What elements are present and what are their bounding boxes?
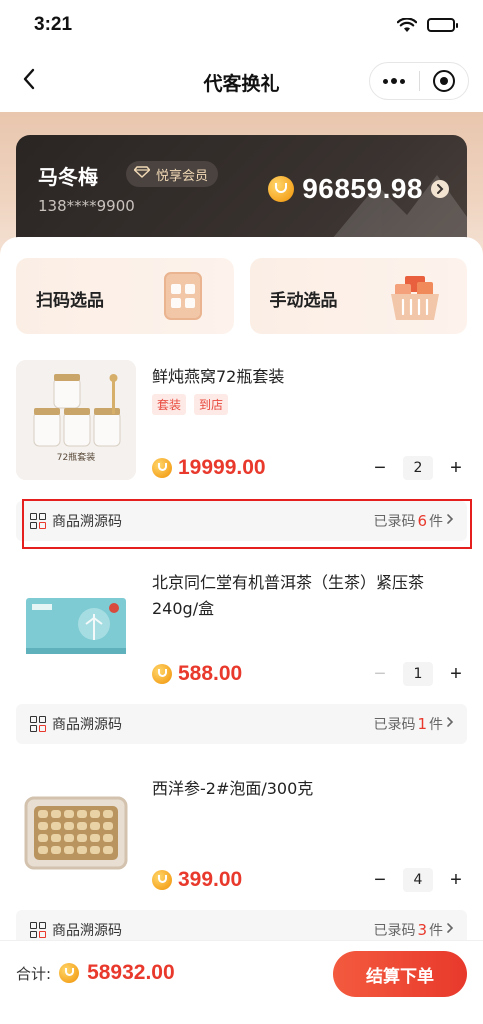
tag-set: 套装 bbox=[152, 394, 187, 415]
checkout-button[interactable]: 结算下单 bbox=[333, 951, 467, 997]
product-image-caption: 72瓶套装 bbox=[57, 451, 95, 463]
quantity-stepper: − 4 + bbox=[369, 868, 467, 892]
diamond-icon bbox=[133, 166, 151, 182]
price-row: 19999.00 bbox=[152, 456, 266, 480]
chevron-right-icon bbox=[445, 922, 455, 938]
page-title: 代客换礼 bbox=[203, 72, 280, 95]
trace-code-label: 商品溯源码 bbox=[52, 923, 122, 939]
increase-quantity-button[interactable]: + bbox=[445, 457, 467, 479]
trace-code-prefix: 已录码 bbox=[373, 514, 416, 530]
manual-select-label: 手动选品 bbox=[269, 291, 338, 311]
coin-icon bbox=[152, 458, 172, 478]
tag-in-store: 到店 bbox=[194, 394, 229, 415]
wifi-icon bbox=[397, 17, 417, 33]
status-time: 3:21 bbox=[34, 14, 73, 35]
quantity-value: 4 bbox=[403, 868, 433, 892]
trace-code-prefix: 已录码 bbox=[373, 717, 416, 733]
member-level-badge: 悦享会员 bbox=[126, 161, 219, 187]
battery-icon bbox=[427, 18, 458, 32]
qr-code-icon bbox=[30, 513, 46, 529]
scan-select-button[interactable]: 扫码选品 bbox=[16, 258, 234, 334]
trace-code-prefix: 已录码 bbox=[373, 923, 416, 939]
product-price: 399.00 bbox=[178, 868, 243, 891]
chevron-left-icon bbox=[22, 68, 36, 94]
more-dots-icon bbox=[383, 78, 406, 84]
member-phone: 138****9900 bbox=[38, 197, 135, 215]
coin-icon bbox=[152, 870, 172, 890]
product-price: 588.00 bbox=[178, 662, 243, 685]
back-button[interactable] bbox=[14, 66, 44, 96]
product-image-ginseng bbox=[16, 772, 136, 892]
decrease-quantity-button[interactable]: − bbox=[369, 663, 391, 685]
status-bar: 3:21 bbox=[0, 0, 483, 50]
product-price: 19999.00 bbox=[178, 456, 266, 479]
checkout-bar: 合计: 58932.00 结算下单 bbox=[0, 940, 483, 1024]
qr-code-icon bbox=[30, 716, 46, 732]
nav-bar: 代客换礼 bbox=[0, 56, 483, 108]
total-value: 58932.00 bbox=[87, 961, 175, 984]
qr-code-icon bbox=[30, 922, 46, 938]
more-button[interactable] bbox=[370, 63, 419, 99]
trace-code-row[interactable]: 商品溯源码 已录码 1 件 bbox=[16, 704, 467, 744]
member-name: 马冬梅 bbox=[38, 165, 98, 189]
price-row: 399.00 bbox=[152, 868, 242, 892]
trace-code-suffix: 件 bbox=[429, 514, 443, 530]
product-image-birdsnest: 72瓶套装 bbox=[16, 360, 136, 480]
decrease-quantity-button[interactable]: − bbox=[369, 457, 391, 479]
member-badge-label: 悦享会员 bbox=[156, 168, 209, 184]
select-options: 扫码选品 手动选品 bbox=[16, 258, 467, 334]
product-name: 西洋参-2#泡面/300克 bbox=[152, 779, 314, 798]
trace-code-count: 3 bbox=[417, 921, 427, 939]
chevron-right-icon bbox=[445, 716, 455, 732]
coin-icon bbox=[152, 664, 172, 684]
product-tags: 套装 到店 bbox=[152, 394, 229, 415]
chevron-right-icon bbox=[431, 180, 449, 198]
trace-code-count: 1 bbox=[417, 715, 427, 733]
product-image-tea bbox=[16, 566, 136, 686]
target-icon bbox=[432, 70, 455, 92]
quantity-stepper: − 2 + bbox=[369, 456, 467, 480]
total-label: 合计: bbox=[16, 964, 52, 983]
quantity-stepper: − 1 + bbox=[369, 662, 467, 686]
trace-code-row[interactable]: 商品溯源码 已录码 6 件 bbox=[16, 501, 467, 541]
price-row: 588.00 bbox=[152, 662, 242, 686]
trace-code-suffix: 件 bbox=[429, 717, 443, 733]
balance-display[interactable]: 96859.98 bbox=[268, 173, 449, 205]
order-total: 合计: 58932.00 bbox=[16, 961, 175, 985]
basket-icon bbox=[391, 276, 439, 320]
product-name: 鲜炖燕窝72瓶套装 bbox=[152, 367, 285, 386]
trace-code-count: 6 bbox=[417, 512, 427, 530]
balance-value: 96859.98 bbox=[302, 173, 423, 204]
scan-select-label: 扫码选品 bbox=[36, 291, 104, 311]
manual-select-button[interactable]: 手动选品 bbox=[249, 258, 467, 334]
trace-code-label: 商品溯源码 bbox=[52, 717, 122, 733]
quantity-value: 1 bbox=[403, 662, 433, 686]
member-card: 马冬梅 悦享会员 138****9900 96859.98 bbox=[16, 135, 467, 253]
quantity-value: 2 bbox=[403, 456, 433, 480]
scan-panel-icon bbox=[163, 272, 202, 320]
mini-program-capsule bbox=[369, 62, 469, 100]
coin-icon bbox=[59, 963, 80, 983]
increase-quantity-button[interactable]: + bbox=[445, 869, 467, 891]
trace-code-label: 商品溯源码 bbox=[52, 514, 122, 530]
decrease-quantity-button[interactable]: − bbox=[369, 869, 391, 891]
close-mini-program-button[interactable] bbox=[420, 63, 469, 99]
status-icons bbox=[397, 17, 458, 33]
trace-code-suffix: 件 bbox=[429, 923, 443, 939]
product-name: 北京同仁堂有机普洱茶（生茶）紧压茶240g/盒 bbox=[152, 573, 425, 618]
increase-quantity-button[interactable]: + bbox=[445, 663, 467, 685]
coin-icon bbox=[268, 176, 295, 202]
chevron-right-icon bbox=[445, 513, 455, 529]
